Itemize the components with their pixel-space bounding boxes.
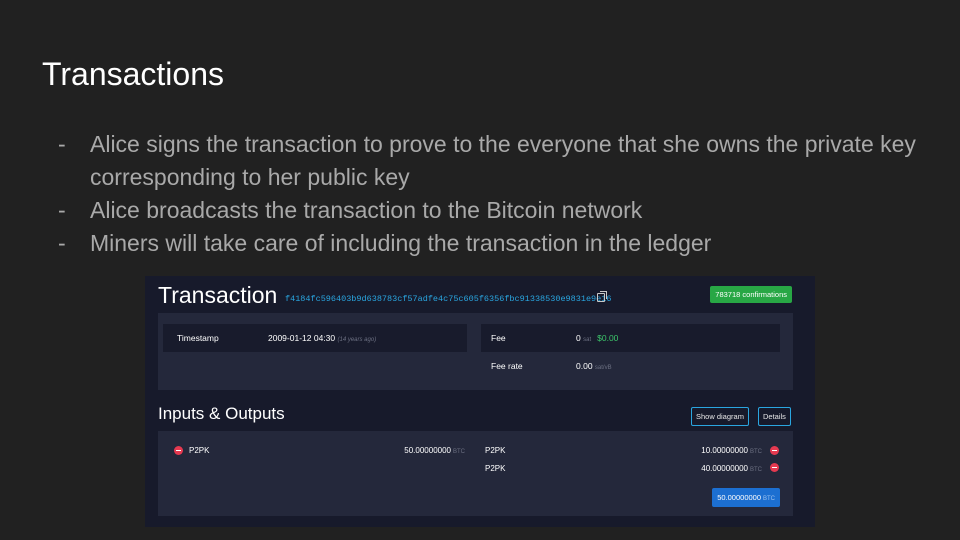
timestamp-date: 2009-01-12 04:30 [268,333,336,343]
total-amount-value: 50.00000000 [717,493,761,502]
total-amount-unit: BTC [763,496,775,502]
output-amount-value: 40.00000000 [701,464,748,473]
output-amount-unit: BTC [750,449,762,455]
slide-title: Transactions [42,56,224,92]
transaction-heading: Transaction [158,282,278,308]
output-arrow-icon[interactable] [770,463,779,472]
timestamp-label: Timestamp [177,333,219,343]
output-amount: 10.00000000 BTC [701,446,762,455]
inputs-outputs-panel: P2PK 50.00000000 BTC P2PK 10.00000000 BTC … [158,431,793,516]
show-diagram-button[interactable]: Show diagram [691,407,749,426]
output-type: P2PK [485,464,506,473]
transaction-screenshot: Transaction f4184fc596403b9d638783cf57ad… [145,276,815,527]
copy-icon[interactable] [597,291,607,302]
bullet-marker: - [58,197,66,223]
fee-unit: sat [583,337,592,343]
input-amount: 50.00000000 BTC [404,446,465,455]
bullet-list: - Alice signs the transaction to prove to… [58,128,928,260]
timestamp-row: Timestamp 2009-01-12 04:30 (14 years ago… [163,324,467,352]
input-amount-unit: BTC [453,449,465,455]
input-amount-value: 50.00000000 [404,446,451,455]
bullet-item: - Miners will take care of including the … [58,227,928,260]
inputs-outputs-heading: Inputs & Outputs [158,404,285,423]
feerate-unit: sat/vB [594,365,612,371]
fee-row: Fee 0 sat $0.00 [481,324,780,352]
feerate-amount: 0.00 [576,361,593,371]
bullet-item: - Alice signs the transaction to prove to… [58,128,928,194]
input-type: P2PK [189,446,210,455]
output-amount-unit: BTC [750,467,762,473]
transaction-details-panel: Timestamp 2009-01-12 04:30 (14 years ago… [158,313,793,390]
output-amount-value: 10.00000000 [701,446,748,455]
timestamp-value: 2009-01-12 04:30 (14 years ago) [268,333,376,343]
confirmations-badge: 783718 confirmations [710,286,792,303]
total-amount-badge: 50.00000000 BTC [712,488,780,507]
timestamp-ago: (14 years ago) [337,337,377,343]
fee-label: Fee [491,333,506,343]
transaction-id-link[interactable]: f4184fc596403b9d638783cf57adfe4c75c605f6… [285,294,611,304]
bullet-marker: - [58,131,66,157]
feerate-value: 0.00 sat/vB [576,361,612,371]
fee-usd: $0.00 [597,333,619,343]
output-arrow-icon[interactable] [770,446,779,455]
fee-amount: 0 [576,333,581,343]
fee-value: 0 sat $0.00 [576,333,618,343]
bullet-marker: - [58,230,66,256]
output-type: P2PK [485,446,506,455]
bullet-text: Miners will take care of including the t… [90,230,712,256]
bullet-text: Alice signs the transaction to prove to … [90,131,916,190]
feerate-label: Fee rate [491,361,523,371]
output-amount: 40.00000000 BTC [701,464,762,473]
bullet-text: Alice broadcasts the transaction to the … [90,197,643,223]
details-button[interactable]: Details [758,407,791,426]
bullet-item: - Alice broadcasts the transaction to the… [58,194,928,227]
input-arrow-icon[interactable] [174,446,183,455]
